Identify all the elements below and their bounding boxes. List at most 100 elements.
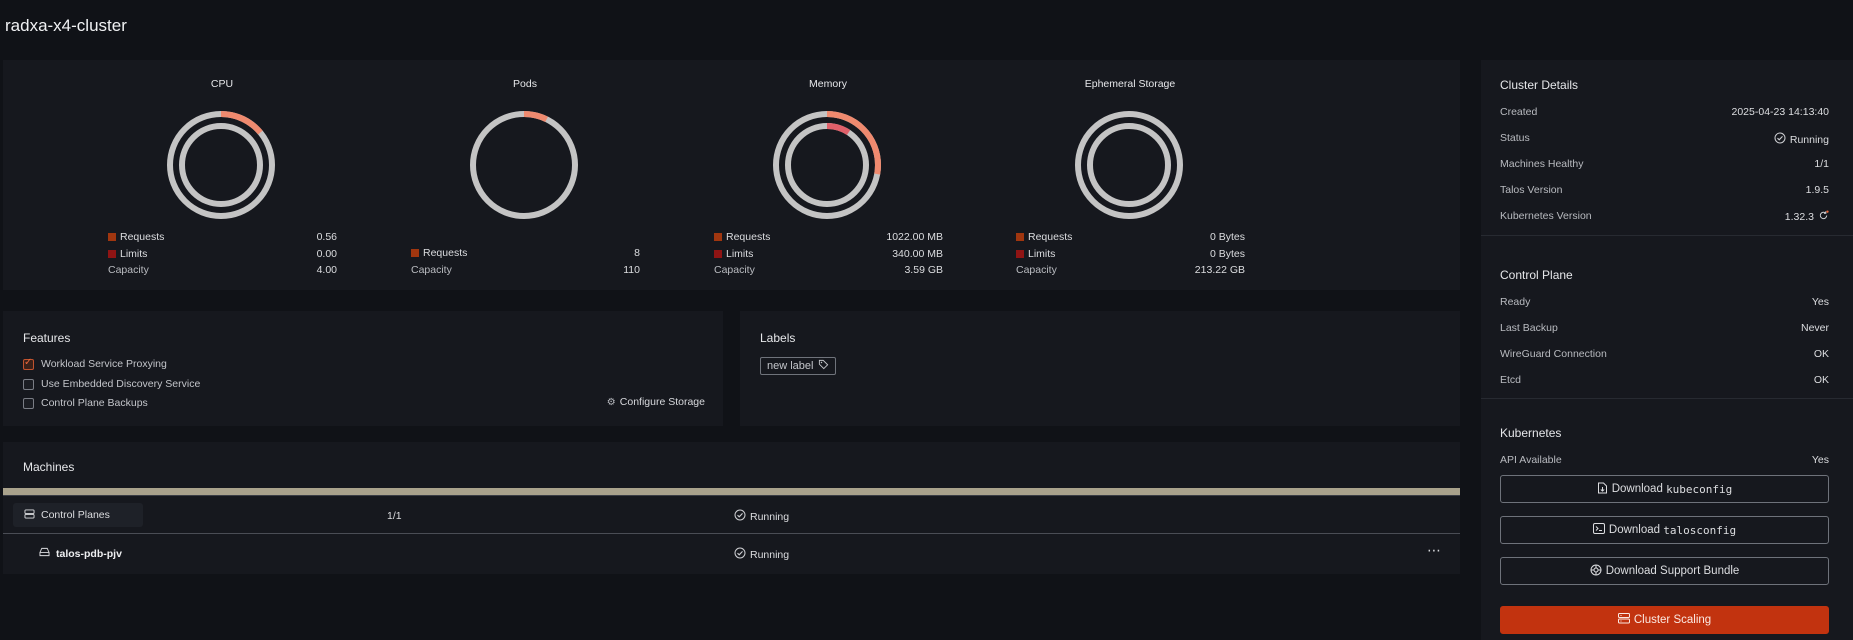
memory-donut-chart bbox=[773, 111, 881, 219]
stat-legend: Requests 1022.00 MB Limits 340.00 MB Cap… bbox=[713, 230, 943, 280]
legend-value: 8 bbox=[634, 247, 640, 259]
detail-value-text: OK bbox=[1813, 374, 1829, 386]
legend-label: Capacity bbox=[411, 263, 452, 276]
legend-row-requests: Requests 0.56 bbox=[107, 230, 337, 247]
button-label: Cluster Scaling bbox=[1633, 614, 1712, 626]
scaling-icon bbox=[1617, 613, 1630, 627]
detail-value: Never bbox=[1801, 322, 1829, 334]
divider bbox=[1481, 398, 1853, 399]
legend-label: Capacity bbox=[1016, 264, 1057, 276]
labels-title: Labels bbox=[760, 331, 796, 345]
legend-value: 340.00 MB bbox=[892, 247, 943, 260]
legend-row-limits: Limits 340.00 MB bbox=[713, 247, 943, 264]
detail-key: Kubernetes Version bbox=[1500, 210, 1592, 222]
detail-kubernetes-version: Kubernetes Version 1.32.3 bbox=[1500, 210, 1829, 224]
resource-stats-panel: CPU Requests 0.56 Limits 0.00 Capacity 4… bbox=[3, 60, 1460, 290]
legend-value: 3.59 GB bbox=[904, 264, 943, 276]
legend-label: Limits bbox=[1028, 247, 1056, 260]
features-panel: Features Workload Service Proxying Use E… bbox=[3, 311, 723, 426]
limits-ring-track bbox=[179, 123, 263, 207]
feature-label: Use Embedded Discovery Service bbox=[41, 378, 201, 390]
detail-value-text: Never bbox=[1800, 322, 1829, 334]
new-label-button[interactable]: new label bbox=[760, 357, 837, 375]
detail-value: Yes bbox=[1812, 454, 1829, 466]
legend-row-requests: Requests 1022.00 MB bbox=[713, 230, 943, 247]
control-planes-badge[interactable]: Control Planes bbox=[13, 503, 143, 527]
detail-value-text: 2025-04-23 14:13:40 bbox=[1731, 106, 1830, 118]
legend-label: Requests bbox=[423, 247, 468, 259]
control-plane-title: Control Plane bbox=[1500, 268, 1573, 282]
button-label: Download bbox=[1611, 483, 1663, 495]
machine-row[interactable]: talos-pdb-pjv Running ⋯ bbox=[3, 534, 1460, 574]
legend-label: Requests bbox=[1028, 231, 1073, 243]
detail-key: Status bbox=[1500, 132, 1530, 144]
detail-value[interactable]: 1.32.3 bbox=[1785, 210, 1829, 224]
check-circle-icon bbox=[734, 547, 746, 562]
feature-workload-service-proxying[interactable]: Workload Service Proxying bbox=[23, 357, 167, 371]
cpu-donut-chart bbox=[167, 111, 275, 219]
checkbox-unchecked[interactable] bbox=[23, 397, 34, 409]
detail-value: 2025-04-23 14:13:40 bbox=[1732, 106, 1830, 118]
detail-value-text: 1.9.5 bbox=[1805, 184, 1829, 196]
legend-label: Limits bbox=[120, 247, 148, 260]
status-text: Running bbox=[750, 548, 790, 561]
requests-swatch bbox=[108, 233, 116, 241]
feature-embedded-discovery-service[interactable]: Use Embedded Discovery Service bbox=[23, 377, 200, 391]
detail-value: 1/1 bbox=[1814, 158, 1829, 170]
legend-label: Capacity bbox=[108, 264, 149, 276]
limits-swatch bbox=[714, 249, 722, 258]
new-label-text: new label bbox=[767, 360, 814, 372]
machine-icon bbox=[39, 547, 50, 560]
requests-swatch bbox=[411, 249, 419, 257]
support-icon bbox=[1590, 564, 1602, 579]
legend-row-requests: Requests 8 bbox=[410, 246, 640, 263]
detail-value: Running bbox=[1774, 132, 1829, 147]
cluster-scaling-button[interactable]: Cluster Scaling bbox=[1500, 606, 1829, 634]
download-talosconfig-button[interactable]: Download talosconfig bbox=[1500, 516, 1829, 544]
legend-row-capacity: Capacity 4.00 bbox=[107, 263, 337, 280]
kubernetes-title: Kubernetes bbox=[1500, 426, 1562, 440]
machines-header-bar bbox=[3, 488, 1460, 495]
terminal-icon bbox=[1592, 523, 1605, 537]
control-planes-count: 1/1 bbox=[387, 510, 402, 522]
control-planes-row[interactable]: Control Planes 1/1 Running bbox=[3, 497, 1460, 534]
limits-swatch bbox=[1016, 249, 1024, 258]
stat-legend: Requests 8 Capacity 110 bbox=[410, 246, 640, 279]
stat-title: Pods bbox=[513, 78, 537, 90]
checkbox-unchecked[interactable] bbox=[23, 378, 34, 390]
detail-value-text: Running bbox=[1789, 133, 1829, 146]
detail-key: Ready bbox=[1500, 296, 1531, 308]
detail-key: WireGuard Connection bbox=[1500, 348, 1607, 360]
detail-key: Machines Healthy bbox=[1500, 158, 1584, 170]
features-title: Features bbox=[23, 331, 71, 345]
feature-label: Workload Service Proxying bbox=[41, 358, 167, 370]
download-support-bundle-button[interactable]: Download Support Bundle bbox=[1500, 557, 1829, 585]
legend-row-requests: Requests 0 Bytes bbox=[1015, 230, 1245, 247]
check-circle-icon bbox=[1774, 132, 1786, 147]
detail-value-text: 1.32.3 bbox=[1784, 211, 1814, 223]
control-plane-last-backup: Last Backup Never bbox=[1500, 322, 1829, 336]
legend-label: Capacity bbox=[714, 264, 755, 276]
check-circle-icon bbox=[734, 509, 746, 524]
detail-key: API Available bbox=[1500, 454, 1562, 466]
legend-row-capacity: Capacity 3.59 GB bbox=[713, 263, 943, 280]
requests-ring-track bbox=[470, 111, 578, 219]
feature-control-plane-backups[interactable]: Control Plane Backups bbox=[23, 396, 148, 410]
legend-value: 0.00 bbox=[316, 247, 337, 260]
legend-row-capacity: Capacity 213.22 GB bbox=[1015, 263, 1245, 280]
legend-value: 1022.00 MB bbox=[886, 231, 943, 243]
button-label-file: kubeconfig bbox=[1666, 482, 1733, 496]
machine-name[interactable]: talos-pdb-pjv bbox=[39, 547, 122, 560]
limits-swatch bbox=[108, 249, 116, 258]
upgrade-icon[interactable] bbox=[1818, 210, 1829, 224]
legend-label: Limits bbox=[726, 247, 754, 260]
more-options-icon[interactable]: ⋯ bbox=[1427, 542, 1442, 559]
limits-ring-track bbox=[1087, 123, 1171, 207]
checkbox-checked[interactable] bbox=[23, 357, 34, 370]
gear-icon: ⚙ bbox=[606, 396, 616, 408]
configure-storage-button[interactable]: ⚙ Configure Storage bbox=[607, 396, 705, 408]
stat-title: Memory bbox=[809, 78, 847, 90]
machine-name-text: talos-pdb-pjv bbox=[56, 547, 122, 560]
stat-legend: Requests 0 Bytes Limits 0 Bytes Capacity… bbox=[1015, 230, 1245, 280]
download-kubeconfig-button[interactable]: Download kubeconfig bbox=[1500, 475, 1829, 503]
